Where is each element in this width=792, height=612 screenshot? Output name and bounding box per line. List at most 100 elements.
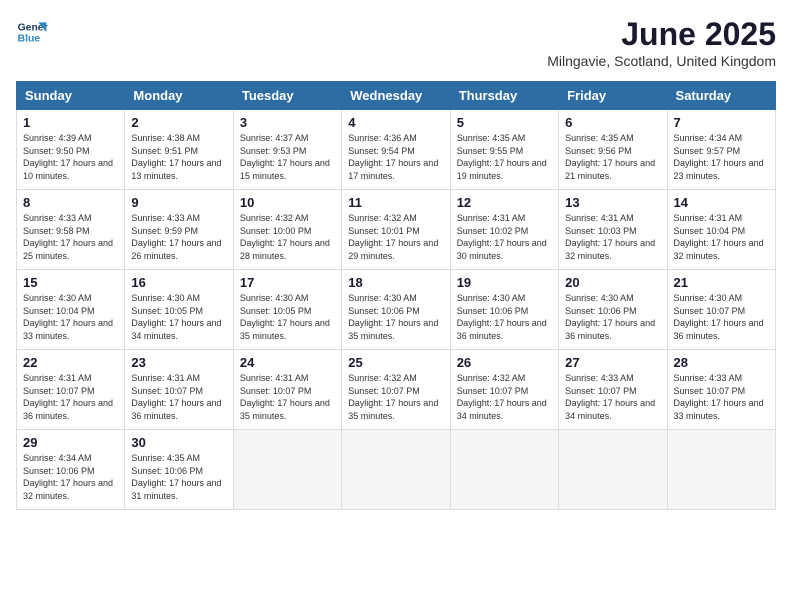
logo: General Blue	[16, 16, 48, 48]
day-number-2: 2	[131, 115, 226, 130]
day-cell-17: 17 Sunrise: 4:30 AMSunset: 10:05 PMDaylig…	[233, 270, 341, 350]
day-number-13: 13	[565, 195, 660, 210]
day-info-6: Sunrise: 4:35 AMSunset: 9:56 PMDaylight:…	[565, 132, 660, 182]
day-cell-6: 6 Sunrise: 4:35 AMSunset: 9:56 PMDaylight…	[559, 110, 667, 190]
week-row-5: 29 Sunrise: 4:34 AMSunset: 10:06 PMDaylig…	[17, 430, 776, 510]
empty-cell-4-2	[233, 430, 341, 510]
day-number-17: 17	[240, 275, 335, 290]
day-number-16: 16	[131, 275, 226, 290]
day-number-23: 23	[131, 355, 226, 370]
day-info-24: Sunrise: 4:31 AMSunset: 10:07 PMDaylight…	[240, 372, 335, 422]
day-info-19: Sunrise: 4:30 AMSunset: 10:06 PMDaylight…	[457, 292, 552, 342]
day-number-25: 25	[348, 355, 443, 370]
day-cell-30: 30 Sunrise: 4:35 AMSunset: 10:06 PMDaylig…	[125, 430, 233, 510]
day-info-4: Sunrise: 4:36 AMSunset: 9:54 PMDaylight:…	[348, 132, 443, 182]
day-number-11: 11	[348, 195, 443, 210]
page-header: General Blue June 2025 Milngavie, Scotla…	[16, 16, 776, 69]
day-info-11: Sunrise: 4:32 AMSunset: 10:01 PMDaylight…	[348, 212, 443, 262]
day-number-4: 4	[348, 115, 443, 130]
day-number-19: 19	[457, 275, 552, 290]
day-number-7: 7	[674, 115, 769, 130]
day-cell-22: 22 Sunrise: 4:31 AMSunset: 10:07 PMDaylig…	[17, 350, 125, 430]
week-row-4: 22 Sunrise: 4:31 AMSunset: 10:07 PMDaylig…	[17, 350, 776, 430]
day-cell-9: 9 Sunrise: 4:33 AMSunset: 9:59 PMDaylight…	[125, 190, 233, 270]
day-info-25: Sunrise: 4:32 AMSunset: 10:07 PMDaylight…	[348, 372, 443, 422]
day-info-20: Sunrise: 4:30 AMSunset: 10:06 PMDaylight…	[565, 292, 660, 342]
day-number-18: 18	[348, 275, 443, 290]
day-cell-2: 2 Sunrise: 4:38 AMSunset: 9:51 PMDaylight…	[125, 110, 233, 190]
day-info-13: Sunrise: 4:31 AMSunset: 10:03 PMDaylight…	[565, 212, 660, 262]
day-cell-23: 23 Sunrise: 4:31 AMSunset: 10:07 PMDaylig…	[125, 350, 233, 430]
day-cell-19: 19 Sunrise: 4:30 AMSunset: 10:06 PMDaylig…	[450, 270, 558, 350]
day-info-15: Sunrise: 4:30 AMSunset: 10:04 PMDaylight…	[23, 292, 118, 342]
day-number-3: 3	[240, 115, 335, 130]
day-cell-29: 29 Sunrise: 4:34 AMSunset: 10:06 PMDaylig…	[17, 430, 125, 510]
day-info-22: Sunrise: 4:31 AMSunset: 10:07 PMDaylight…	[23, 372, 118, 422]
empty-cell-4-4	[450, 430, 558, 510]
day-info-9: Sunrise: 4:33 AMSunset: 9:59 PMDaylight:…	[131, 212, 226, 262]
day-cell-12: 12Sunrise: 4:31 AMSunset: 10:02 PMDaylig…	[450, 190, 558, 270]
weekday-header-row: Sunday Monday Tuesday Wednesday Thursday…	[17, 82, 776, 110]
day-cell-20: 20 Sunrise: 4:30 AMSunset: 10:06 PMDaylig…	[559, 270, 667, 350]
day-info-5: Sunrise: 4:35 AMSunset: 9:55 PMDaylight:…	[457, 132, 552, 182]
day-cell-28: 28 Sunrise: 4:33 AMSunset: 10:07 PMDaylig…	[667, 350, 775, 430]
logo-icon: General Blue	[16, 16, 48, 48]
day-cell-27: 27Sunrise: 4:33 AMSunset: 10:07 PMDaylig…	[559, 350, 667, 430]
day-number-1: 1	[23, 115, 118, 130]
day-number-21: 21	[674, 275, 769, 290]
header-saturday: Saturday	[667, 82, 775, 110]
day-cell-7: 7Sunrise: 4:34 AMSunset: 9:57 PMDaylight…	[667, 110, 775, 190]
day-cell-4: 4 Sunrise: 4:36 AMSunset: 9:54 PMDaylight…	[342, 110, 450, 190]
day-cell-1: 1 Sunrise: 4:39 AMSunset: 9:50 PMDaylight…	[17, 110, 125, 190]
header-friday: Friday	[559, 82, 667, 110]
week-row-3: 15 Sunrise: 4:30 AMSunset: 10:04 PMDaylig…	[17, 270, 776, 350]
day-number-8: 8	[23, 195, 118, 210]
day-number-27: 27	[565, 355, 660, 370]
week-row-1: 1 Sunrise: 4:39 AMSunset: 9:50 PMDaylight…	[17, 110, 776, 190]
header-thursday: Thursday	[450, 82, 558, 110]
day-number-24: 24	[240, 355, 335, 370]
day-number-30: 30	[131, 435, 226, 450]
day-cell-16: 16 Sunrise: 4:30 AMSunset: 10:05 PMDaylig…	[125, 270, 233, 350]
calendar-body: 1 Sunrise: 4:39 AMSunset: 9:50 PMDaylight…	[17, 110, 776, 510]
day-info-21: Sunrise: 4:30 AMSunset: 10:07 PMDaylight…	[674, 292, 769, 342]
day-info-30: Sunrise: 4:35 AMSunset: 10:06 PMDaylight…	[131, 452, 226, 502]
day-info-17: Sunrise: 4:30 AMSunset: 10:05 PMDaylight…	[240, 292, 335, 342]
header-tuesday: Tuesday	[233, 82, 341, 110]
day-info-16: Sunrise: 4:30 AMSunset: 10:05 PMDaylight…	[131, 292, 226, 342]
day-number-6: 6	[565, 115, 660, 130]
day-info-23: Sunrise: 4:31 AMSunset: 10:07 PMDaylight…	[131, 372, 226, 422]
empty-cell-4-5	[559, 430, 667, 510]
day-cell-14: 14 Sunrise: 4:31 AMSunset: 10:04 PMDaylig…	[667, 190, 775, 270]
day-info-1: Sunrise: 4:39 AMSunset: 9:50 PMDaylight:…	[23, 132, 118, 182]
day-cell-5: 5 Sunrise: 4:35 AMSunset: 9:55 PMDaylight…	[450, 110, 558, 190]
day-info-28: Sunrise: 4:33 AMSunset: 10:07 PMDaylight…	[674, 372, 769, 422]
header-sunday: Sunday	[17, 82, 125, 110]
day-number-12: 12	[457, 195, 552, 210]
svg-text:Blue: Blue	[18, 34, 41, 45]
day-number-5: 5	[457, 115, 552, 130]
month-title: June 2025	[547, 16, 776, 53]
day-cell-3: 3 Sunrise: 4:37 AMSunset: 9:53 PMDaylight…	[233, 110, 341, 190]
empty-cell-4-6	[667, 430, 775, 510]
day-cell-15: 15 Sunrise: 4:30 AMSunset: 10:04 PMDaylig…	[17, 270, 125, 350]
day-cell-24: 24 Sunrise: 4:31 AMSunset: 10:07 PMDaylig…	[233, 350, 341, 430]
day-number-20: 20	[565, 275, 660, 290]
day-info-14: Sunrise: 4:31 AMSunset: 10:04 PMDaylight…	[674, 212, 769, 262]
day-number-9: 9	[131, 195, 226, 210]
day-number-10: 10	[240, 195, 335, 210]
day-number-29: 29	[23, 435, 118, 450]
day-number-28: 28	[674, 355, 769, 370]
title-block: June 2025 Milngavie, Scotland, United Ki…	[547, 16, 776, 69]
day-info-10: Sunrise: 4:32 AMSunset: 10:00 PMDaylight…	[240, 212, 335, 262]
header-wednesday: Wednesday	[342, 82, 450, 110]
day-number-15: 15	[23, 275, 118, 290]
day-info-18: Sunrise: 4:30 AMSunset: 10:06 PMDaylight…	[348, 292, 443, 342]
day-info-29: Sunrise: 4:34 AMSunset: 10:06 PMDaylight…	[23, 452, 118, 502]
day-number-14: 14	[674, 195, 769, 210]
day-info-2: Sunrise: 4:38 AMSunset: 9:51 PMDaylight:…	[131, 132, 226, 182]
day-info-3: Sunrise: 4:37 AMSunset: 9:53 PMDaylight:…	[240, 132, 335, 182]
day-number-22: 22	[23, 355, 118, 370]
day-info-26: Sunrise: 4:32 AMSunset: 10:07 PMDaylight…	[457, 372, 552, 422]
empty-cell-4-3	[342, 430, 450, 510]
